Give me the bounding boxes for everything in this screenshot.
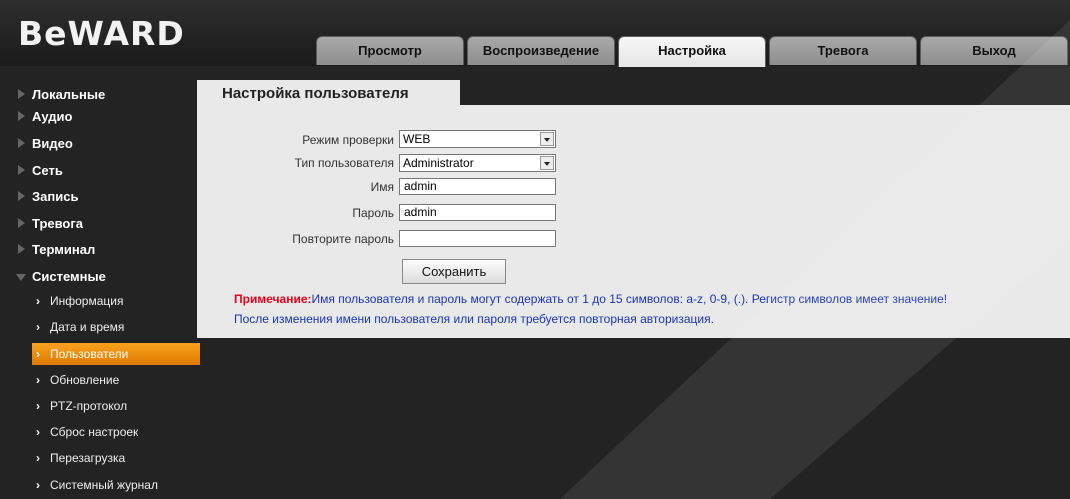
collapsed-arrow-icon	[18, 111, 25, 121]
chevron-right-icon: ›	[36, 425, 40, 439]
auth-mode-label: Режим проверки	[302, 133, 394, 147]
sidebar-subitem-label: Пользователи	[50, 347, 129, 361]
sidebar-subitem-datetime[interactable]: › Дата и время	[36, 316, 196, 338]
name-field[interactable]: admin	[399, 178, 556, 195]
sidebar-subitem-syslog[interactable]: › Системный журнал	[36, 474, 196, 496]
sidebar-subitem-label: Системный журнал	[50, 478, 158, 492]
note-text-1: Имя пользователя и пароль могут содержат…	[311, 292, 948, 306]
tab-playback[interactable]: Воспроизведение	[467, 36, 615, 65]
auth-mode-select[interactable]: WEB	[399, 130, 556, 148]
sidebar-item-audio[interactable]: Аудио	[18, 108, 73, 126]
collapsed-arrow-icon	[18, 244, 25, 254]
tab-settings[interactable]: Настройка	[618, 36, 766, 67]
sidebar-subitem-info[interactable]: › Информация	[36, 290, 196, 312]
sidebar-item-alarm[interactable]: Тревога	[18, 215, 84, 233]
chevron-right-icon: ›	[36, 320, 40, 334]
sidebar-subitem-update[interactable]: › Обновление	[36, 369, 196, 391]
sidebar-subitem-label: PTZ-протокол	[50, 399, 128, 413]
chevron-right-icon: ›	[36, 294, 40, 308]
user-type-label: Тип пользователя	[294, 156, 394, 170]
password-label: Пароль	[352, 206, 394, 220]
sidebar-item-video[interactable]: Видео	[18, 135, 73, 153]
sidebar-item-label: Аудио	[32, 109, 73, 124]
password-repeat-field[interactable]	[399, 230, 556, 247]
user-type-value: Administrator	[403, 156, 474, 170]
collapsed-arrow-icon	[18, 191, 25, 201]
sidebar-item-label: Тревога	[32, 216, 84, 231]
chevron-right-icon: ›	[36, 478, 40, 492]
sidebar-subitem-label: Обновление	[50, 373, 120, 387]
sidebar-subitem-label: Перезагрузка	[50, 451, 126, 465]
user-type-select[interactable]: Administrator	[399, 154, 556, 172]
sidebar-subitem-label: Информация	[50, 294, 124, 308]
collapsed-arrow-icon	[18, 138, 25, 148]
collapsed-arrow-icon	[18, 89, 25, 99]
note-prefix: Примечание:	[234, 292, 312, 306]
tab-view[interactable]: Просмотр	[316, 36, 464, 65]
chevron-right-icon: ›	[36, 347, 40, 361]
sidebar-subitem-reset[interactable]: › Сброс настроек	[36, 421, 196, 443]
sidebar-item-label: Видео	[32, 136, 73, 151]
sidebar-subitem-label: Сброс настроек	[50, 425, 139, 439]
password-field[interactable]: admin	[399, 204, 556, 221]
sidebar-item-network[interactable]: Сеть	[18, 162, 63, 180]
sidebar-subitem-ptz[interactable]: › PTZ-протокол	[36, 395, 196, 417]
collapsed-arrow-icon	[18, 218, 25, 228]
save-button[interactable]: Сохранить	[402, 259, 506, 284]
brand-logo: BeWARD	[18, 14, 185, 53]
collapsed-arrow-icon	[18, 165, 25, 175]
tab-logout[interactable]: Выход	[920, 36, 1068, 65]
sidebar-item-label: Системные	[32, 269, 106, 284]
header-bar: BeWARD Просмотр Воспроизведение Настройк…	[0, 0, 1070, 67]
auth-mode-value: WEB	[403, 132, 431, 146]
chevron-right-icon: ›	[36, 399, 40, 413]
sidebar-item-system[interactable]: Системные	[16, 268, 106, 286]
panel-header-strip	[460, 80, 1070, 105]
expanded-arrow-icon	[16, 274, 26, 281]
note-line-1: Примечание:Имя пользователя и пароль мог…	[234, 292, 947, 306]
sidebar-item-label: Сеть	[32, 163, 63, 178]
app-frame: BeWARD Просмотр Воспроизведение Настройк…	[0, 0, 1070, 499]
sidebar-item-local[interactable]: Локальные	[18, 86, 106, 104]
note-text-2: После изменения имени пользователя или п…	[234, 312, 714, 326]
sidebar-subitem-reboot[interactable]: › Перезагрузка	[36, 447, 196, 469]
password-repeat-label: Повторите пароль	[292, 232, 394, 246]
chevron-down-icon[interactable]	[540, 156, 554, 170]
chevron-down-icon[interactable]	[540, 132, 554, 146]
sidebar-item-label: Запись	[32, 189, 79, 204]
chevron-right-icon: ›	[36, 451, 40, 465]
chevron-right-icon: ›	[36, 373, 40, 387]
sidebar-item-label: Терминал	[32, 242, 96, 257]
sidebar-item-label: Локальные	[32, 87, 106, 102]
sidebar-item-record[interactable]: Запись	[18, 188, 79, 206]
sidebar: Локальные Аудио Видео Сеть Запись Тревог…	[0, 66, 200, 499]
sidebar-subitem-label: Дата и время	[50, 320, 125, 334]
page-title: Настройка пользователя	[222, 85, 409, 102]
tab-alarm[interactable]: Тревога	[769, 36, 917, 65]
name-label: Имя	[370, 180, 394, 194]
sidebar-subitem-users[interactable]: › Пользователи	[32, 343, 200, 365]
sidebar-item-terminal[interactable]: Терминал	[18, 241, 96, 259]
